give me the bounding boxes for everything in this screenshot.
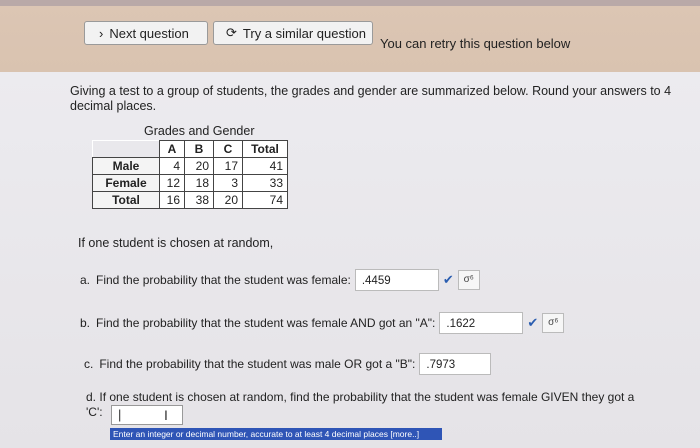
table-cell: 18: [184, 174, 214, 192]
row-header-female: Female: [92, 174, 160, 192]
refresh-icon: ⟳: [226, 25, 237, 40]
part-c: c. Find the probability that the student…: [84, 353, 492, 375]
part-d-letter: d.: [86, 390, 97, 404]
table-cell: 38: [184, 191, 214, 209]
ibeam-cursor-icon: I: [164, 407, 168, 423]
part-d-answer-input[interactable]: [111, 405, 183, 425]
part-d-text: If one student is chosen at random, find…: [99, 390, 635, 404]
part-a-text: Find the probability that the student wa…: [96, 273, 351, 287]
part-b-letter: b.: [80, 316, 91, 330]
part-d-text-cont: 'C':: [86, 405, 103, 419]
question-prompt: If one student is chosen at random,: [78, 236, 274, 250]
col-header-a: A: [159, 140, 185, 158]
table-cell: 33: [242, 174, 288, 192]
table-row: Female 12 18 3 33: [92, 174, 288, 192]
retry-message: You can retry this question below: [380, 36, 571, 51]
try-similar-button[interactable]: ⟳ Try a similar question: [213, 21, 373, 45]
part-c-text: Find the probability that the student wa…: [99, 357, 416, 371]
col-header-b: B: [184, 140, 214, 158]
table-cell: 4: [159, 157, 185, 175]
key-icon[interactable]: σ⁶: [457, 270, 480, 290]
part-b-text: Find the probability that the student wa…: [96, 316, 436, 330]
check-icon: ✔: [442, 272, 454, 287]
next-question-label: Next question: [109, 25, 189, 41]
row-header-total: Total: [92, 191, 160, 209]
next-question-button[interactable]: › Next question: [84, 21, 208, 45]
text-cursor-icon: |: [118, 407, 122, 422]
table-cell: 12: [159, 174, 185, 192]
chevron-right-icon: ›: [99, 25, 104, 41]
key-icon[interactable]: σ⁶: [542, 313, 565, 333]
grades-table: A B C Total Male 4 20 17 41 Female 12 18…: [92, 140, 288, 209]
part-b-answer-input[interactable]: .1622: [439, 312, 524, 334]
question-intro: Giving a test to a group of students, th…: [70, 84, 672, 113]
table-cell: 3: [213, 174, 243, 192]
col-header-total: Total: [242, 140, 288, 158]
top-strip: [0, 0, 700, 6]
part-a-answer-input[interactable]: .4459: [354, 269, 439, 291]
part-b: b. Find the probability that the student…: [80, 312, 565, 334]
table-caption: Grades and Gender: [144, 124, 255, 138]
table-row: Total 16 38 20 74: [92, 191, 288, 209]
table-cell: 20: [213, 191, 243, 209]
table-corner-cell: [92, 140, 160, 158]
check-icon: ✔: [527, 315, 539, 330]
input-hint-tooltip: Enter an integer or decimal number, accu…: [110, 428, 442, 440]
part-c-letter: c.: [84, 357, 94, 371]
try-similar-label: Try a similar question: [242, 25, 366, 41]
part-a: a. Find the probability that the student…: [80, 269, 480, 291]
table-row: Male 4 20 17 41: [92, 157, 288, 175]
col-header-c: C: [213, 140, 243, 158]
part-a-letter: a.: [80, 273, 91, 287]
table-cell: 20: [184, 157, 214, 175]
table-cell: 17: [213, 157, 243, 175]
table-header-row: A B C Total: [92, 140, 288, 158]
row-header-male: Male: [92, 157, 160, 175]
part-c-answer-input[interactable]: .7973: [419, 353, 492, 375]
table-cell: 41: [242, 157, 288, 175]
table-cell: 16: [159, 191, 185, 209]
table-cell: 74: [242, 191, 288, 209]
